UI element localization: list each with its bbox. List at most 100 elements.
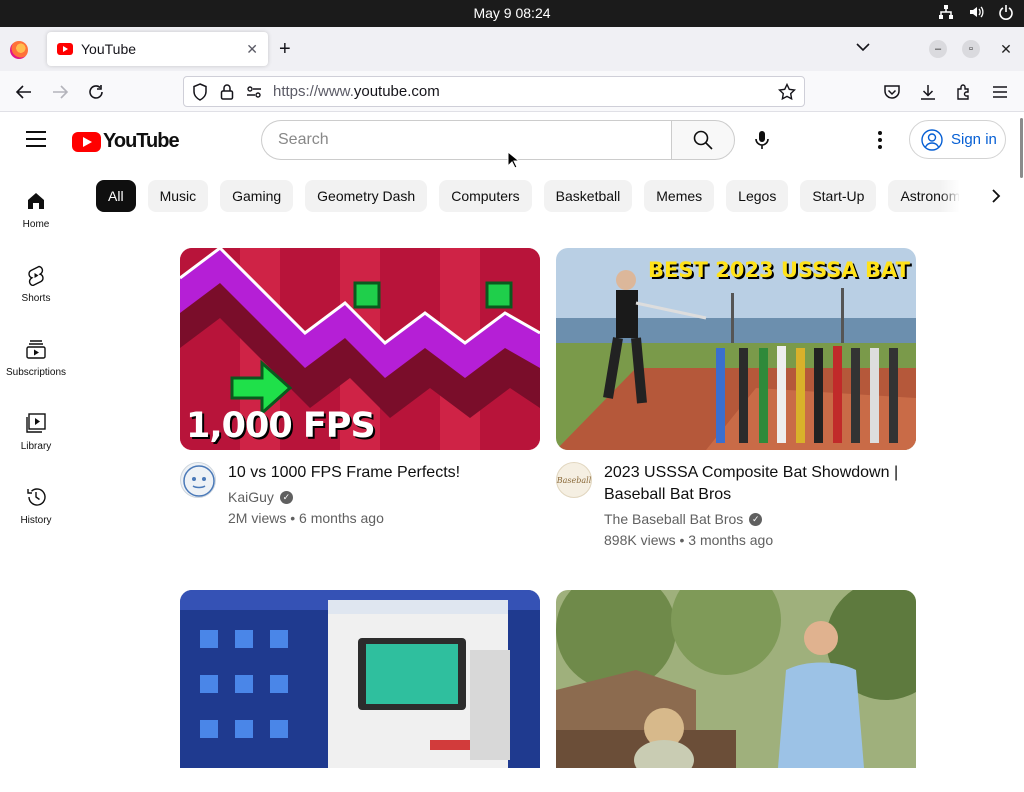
chip-gaming[interactable]: Gaming xyxy=(220,180,294,212)
new-tab-button[interactable]: + xyxy=(279,39,291,59)
power-icon[interactable] xyxy=(998,4,1014,20)
tracking-protection-shield-icon[interactable] xyxy=(192,83,208,106)
pocket-icon[interactable] xyxy=(881,81,903,103)
view-count: 2M views xyxy=(228,510,287,526)
url-text[interactable]: https://www.youtube.com xyxy=(273,83,440,100)
guide-item-shorts[interactable]: Shorts xyxy=(0,263,72,304)
account-icon xyxy=(921,128,943,151)
sign-in-button[interactable]: Sign in xyxy=(909,120,1006,159)
chip-memes[interactable]: Memes xyxy=(644,180,715,212)
thumbnail-caption: BEST 2023 USSSA BAT xyxy=(648,258,910,282)
video-title[interactable]: 2023 USSSA Composite Bat Showdown | Base… xyxy=(604,462,904,506)
reload-button[interactable] xyxy=(85,81,107,103)
url-domain: youtube.com xyxy=(353,83,440,100)
system-clock[interactable]: May 9 08:24 xyxy=(0,5,1024,21)
video-title[interactable]: 10 vs 1000 FPS Frame Perfects! xyxy=(228,462,528,484)
forward-button[interactable] xyxy=(49,81,71,103)
chip-basketball[interactable]: Basketball xyxy=(543,180,633,212)
guide-item-library[interactable]: Library xyxy=(0,411,72,452)
chip-computers[interactable]: Computers xyxy=(439,180,532,212)
channel-avatar[interactable] xyxy=(180,462,216,498)
guide-item-subscriptions[interactable]: Subscriptions xyxy=(0,337,72,378)
browser-tab-strip: YouTube ✕ + – ▫ ✕ xyxy=(0,27,1024,71)
browser-tab-youtube[interactable]: YouTube ✕ xyxy=(47,32,268,66)
history-icon xyxy=(24,485,48,509)
firefox-logo-icon[interactable] xyxy=(10,41,28,59)
minimize-window-button[interactable]: – xyxy=(929,40,947,58)
video-thumbnail[interactable] xyxy=(556,590,916,792)
video-metadata: 2M views • 6 months ago xyxy=(228,510,384,526)
chip-legos[interactable]: Legos xyxy=(726,180,789,212)
youtube-logo[interactable]: YouTube xyxy=(72,130,180,153)
volume-icon[interactable] xyxy=(968,4,984,20)
youtube-play-logo-icon xyxy=(72,131,101,152)
outdoor-scene-thumbnail-art xyxy=(556,590,916,780)
permissions-icon[interactable] xyxy=(246,83,262,106)
youtube-favicon-icon xyxy=(57,43,73,55)
url-prefix: https://www. xyxy=(273,83,354,100)
chip-music[interactable]: Music xyxy=(147,180,209,212)
back-button[interactable] xyxy=(13,81,35,103)
chips-next-chevron-icon[interactable] xyxy=(984,184,1008,208)
chip-geometry-dash[interactable]: Geometry Dash xyxy=(305,180,428,212)
channel-name-text: KaiGuy xyxy=(228,489,274,505)
downloads-icon[interactable] xyxy=(917,81,939,103)
video-metadata: 898K views • 3 months ago xyxy=(604,532,774,548)
guide-item-label: History xyxy=(20,515,52,526)
bookmark-star-icon[interactable] xyxy=(777,82,797,106)
video-thumbnail[interactable]: BEST 2023 USSSA BAT xyxy=(556,248,916,450)
youtube-logo-text: YouTube xyxy=(103,130,180,152)
tab-close-icon[interactable]: ✕ xyxy=(246,41,258,58)
settings-more-icon[interactable] xyxy=(878,131,882,149)
search-input[interactable]: Search xyxy=(261,120,672,160)
video-thumbnail[interactable]: 1,000 FPS xyxy=(180,248,540,450)
verified-badge-icon: ✓ xyxy=(279,490,293,504)
chips-fade xyxy=(940,180,960,212)
search-button[interactable] xyxy=(671,120,735,160)
channel-name-text: The Baseball Bat Bros xyxy=(604,511,744,527)
avatar-logo-text: Baseball xyxy=(556,475,592,485)
system-tray[interactable] xyxy=(938,4,1014,20)
guide-menu-icon[interactable] xyxy=(26,131,46,147)
scrollbar-thumb[interactable] xyxy=(1020,118,1023,178)
guide-item-label: Library xyxy=(20,441,52,452)
lock-icon[interactable] xyxy=(220,83,234,106)
view-count: 898K views xyxy=(604,532,676,548)
desktop-monitor-thumbnail-art xyxy=(180,590,540,768)
guide-item-label: Home xyxy=(22,219,50,230)
search-icon xyxy=(693,130,713,150)
video-thumbnail[interactable] xyxy=(180,590,540,792)
upload-age: 6 months ago xyxy=(299,510,384,526)
system-top-bar: May 9 08:24 xyxy=(0,0,1024,27)
verified-badge-icon: ✓ xyxy=(749,512,763,526)
network-icon[interactable] xyxy=(938,4,954,20)
guide-item-history[interactable]: History xyxy=(0,485,72,526)
shorts-icon xyxy=(24,263,48,287)
chip-all[interactable]: All xyxy=(96,180,136,212)
chip-start-up[interactable]: Start-Up xyxy=(800,180,877,212)
filter-chips-bar: All Music Gaming Geometry Dash Computers… xyxy=(96,180,959,212)
channel-name[interactable]: KaiGuy ✓ xyxy=(228,489,293,505)
maximize-window-button[interactable]: ▫ xyxy=(962,40,980,58)
channel-name[interactable]: The Baseball Bat Bros ✓ xyxy=(604,511,763,527)
subscriptions-icon xyxy=(24,337,48,361)
extensions-icon[interactable] xyxy=(953,81,975,103)
guide-item-label: Shorts xyxy=(21,293,51,304)
address-bar[interactable]: https://www.youtube.com xyxy=(183,76,805,107)
tab-title: YouTube xyxy=(81,41,137,57)
home-icon xyxy=(24,189,48,213)
mouse-cursor-icon xyxy=(507,151,519,169)
app-menu-icon[interactable] xyxy=(989,81,1011,103)
thumbnail-caption: 1,000 FPS xyxy=(186,406,376,446)
sign-in-label: Sign in xyxy=(951,131,997,148)
upload-age: 3 months ago xyxy=(688,532,774,548)
guide-item-home[interactable]: Home xyxy=(0,189,72,230)
voice-search-mic-icon[interactable] xyxy=(752,130,772,155)
guide-item-label: Subscriptions xyxy=(5,367,67,378)
channel-avatar[interactable]: Baseball xyxy=(556,462,592,498)
search-placeholder: Search xyxy=(278,131,329,148)
page-scrollbar[interactable] xyxy=(1019,112,1024,768)
library-icon xyxy=(24,411,48,435)
close-window-button[interactable]: ✕ xyxy=(997,40,1015,58)
list-all-tabs-chevron-icon[interactable] xyxy=(856,39,870,57)
